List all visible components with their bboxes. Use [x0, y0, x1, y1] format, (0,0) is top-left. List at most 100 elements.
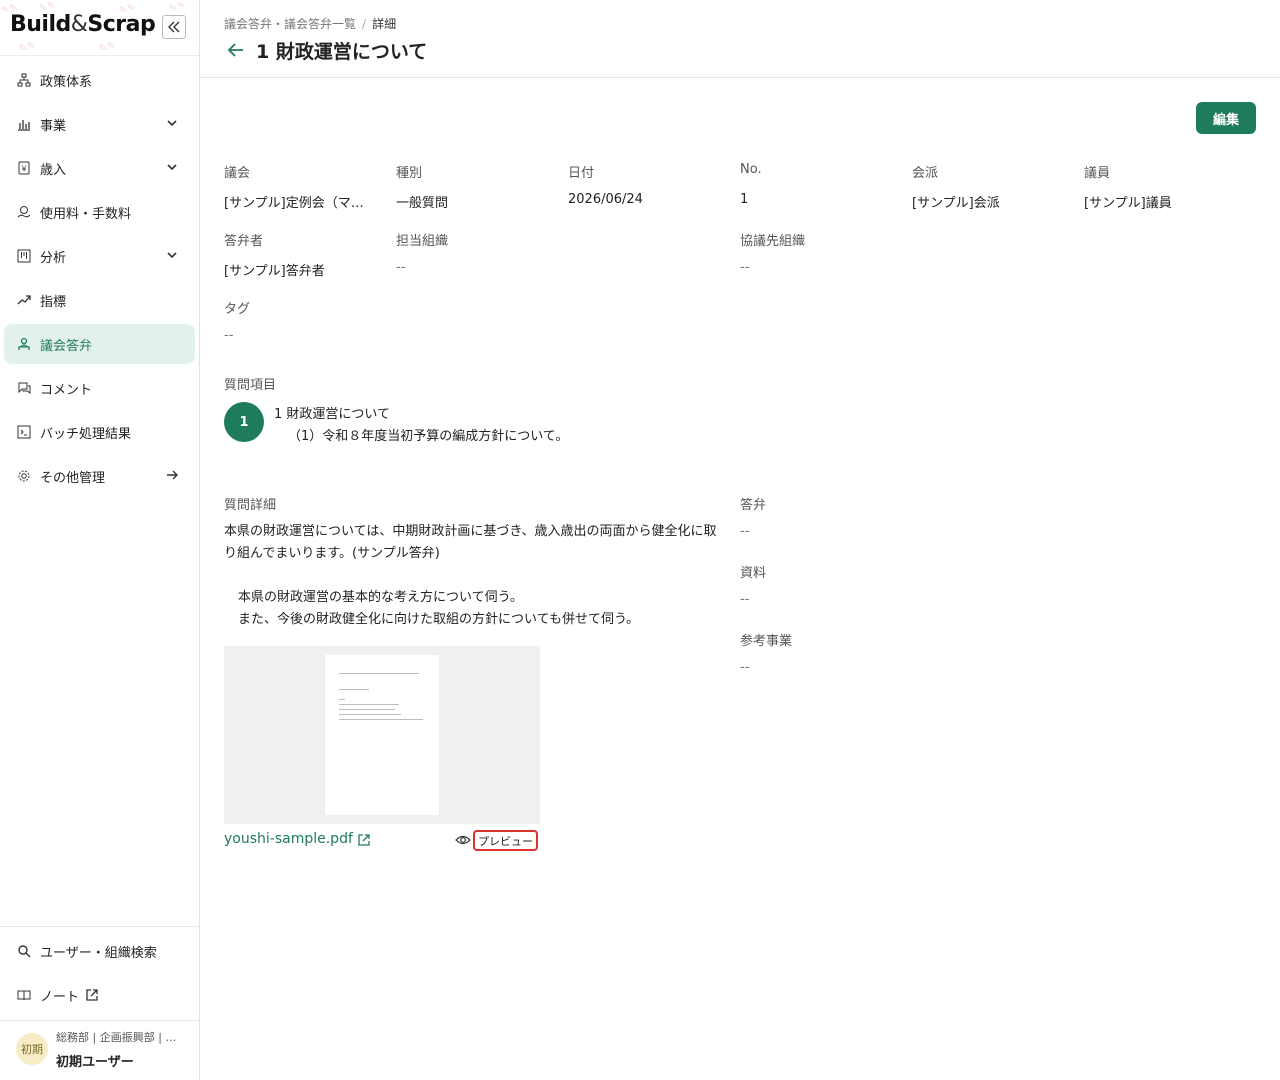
breadcrumb: 議会答弁・議会答弁一覧 / 詳細 — [224, 15, 396, 32]
eye-icon[interactable] — [455, 833, 471, 847]
svg-text:¥: ¥ — [21, 165, 26, 174]
no-value: 1 — [740, 192, 749, 207]
svg-text:✎✎: ✎✎ — [98, 40, 117, 55]
pdf-text-line — [339, 673, 419, 674]
sidebar-item-policy[interactable]: 政策体系 — [4, 60, 195, 100]
tag-label: タグ — [224, 302, 251, 317]
ref-project-label: 参考事業 — [740, 634, 793, 649]
edit-button[interactable]: 編集 — [1196, 102, 1256, 134]
search-icon — [16, 943, 32, 959]
council-label: 議会 — [224, 166, 251, 181]
sidebar-item-label: コメント — [40, 382, 93, 398]
question-detail-body: 本県の財政運営の基本的な考え方について伺う。 また、今後の財政健全化に向けた取組… — [238, 587, 718, 631]
member-value: [サンプル]議員 — [1084, 196, 1172, 211]
org-chart-icon — [16, 72, 32, 88]
breadcrumb-parent-link[interactable]: 議会答弁・議会答弁一覧 — [224, 17, 356, 31]
pdf-file-link[interactable]: youshi-sample.pdf — [224, 831, 353, 847]
logo-right: Scrap — [87, 12, 156, 37]
sidebar-item-projects[interactable]: 事業 — [4, 104, 195, 144]
question-detail-label: 質問詳細 — [224, 498, 277, 513]
collapse-sidebar-button[interactable] — [162, 15, 186, 39]
type-value: 一般質問 — [396, 196, 449, 211]
avatar[interactable]: 初期 — [16, 1033, 48, 1065]
svg-text:✎✎: ✎✎ — [168, 0, 187, 15]
sidebar-item-council-answers[interactable]: 議会答弁 — [4, 324, 195, 364]
faction-value: [サンプル]会派 — [912, 196, 1000, 211]
pdf-text-line — [339, 689, 369, 690]
logo[interactable]: Build&Scrap — [10, 12, 156, 37]
date-value: 2026/06/24 — [568, 192, 643, 207]
pdf-page-preview — [325, 655, 439, 815]
question-number-badge: 1 — [224, 402, 264, 442]
coop-org-value: -- — [740, 260, 750, 275]
sidebar-item-user-search[interactable]: ユーザー・組織検索 — [4, 931, 195, 971]
logo-left: Build — [10, 12, 71, 37]
pdf-text-line — [339, 709, 395, 710]
external-link-icon[interactable] — [357, 833, 371, 847]
chevron-down-icon — [167, 120, 177, 127]
arrow-right-icon — [167, 470, 178, 480]
coin-hand-icon — [16, 204, 32, 220]
back-arrow-icon[interactable] — [226, 40, 246, 60]
kanban-icon — [16, 248, 32, 264]
gear-icon — [16, 468, 32, 484]
coop-org-label: 協議先組織 — [740, 234, 806, 249]
sidebar-item-label: バッチ処理結果 — [40, 426, 132, 442]
org-value: -- — [396, 260, 406, 275]
council-value: [サンプル]定例会（マ… — [224, 196, 364, 211]
sidebar-item-label: 使用料・手数料 — [40, 206, 132, 222]
answerer-value: [サンプル]答弁者 — [224, 264, 325, 279]
ref-project-value: -- — [740, 660, 750, 675]
sidebar-item-fees[interactable]: 使用料・手数料 — [4, 192, 195, 232]
faction-label: 会派 — [912, 166, 939, 181]
sidebar-item-label: ユーザー・組織検索 — [40, 945, 157, 961]
pdf-text-line — [339, 699, 345, 700]
question-items-label: 質問項目 — [224, 378, 277, 393]
sidebar: ✎✎ ✎✎ ✎✎ ✎✎ ✎✎ ✎✎ Build&Scrap 政策体系 事業 ¥ … — [0, 0, 200, 1080]
logo-area: ✎✎ ✎✎ ✎✎ ✎✎ ✎✎ ✎✎ Build&Scrap — [0, 0, 199, 56]
sidebar-user-divider — [0, 1020, 199, 1021]
breadcrumb-current: 詳細 — [372, 17, 397, 31]
sidebar-item-batch-results[interactable]: バッチ処理結果 — [4, 412, 195, 452]
date-label: 日付 — [568, 166, 595, 181]
type-label: 種別 — [396, 166, 423, 181]
question-detail-line2: 本県の財政運営の基本的な考え方について伺う。 — [238, 590, 523, 605]
sidebar-divider — [0, 926, 199, 927]
chevron-down-icon — [167, 252, 177, 259]
app-root: ✎✎ ✎✎ ✎✎ ✎✎ ✎✎ ✎✎ Build&Scrap 政策体系 事業 ¥ … — [0, 0, 1280, 1080]
receipt-icon: ¥ — [16, 160, 32, 176]
question-item-line1: 1 財政運営について — [274, 407, 391, 422]
sidebar-item-comments[interactable]: コメント — [4, 368, 195, 408]
chat-bubbles-icon — [16, 380, 32, 396]
sidebar-item-label: その他管理 — [40, 470, 106, 486]
preview-button[interactable]: プレビュー — [473, 830, 538, 851]
sidebar-item-indicators[interactable]: 指標 — [4, 280, 195, 320]
sidebar-item-label: 政策体系 — [40, 74, 93, 90]
breadcrumb-separator: / — [362, 17, 367, 31]
header-divider — [200, 77, 1280, 78]
podium-speaker-icon — [16, 336, 32, 352]
sidebar-item-analysis[interactable]: 分析 — [4, 236, 195, 276]
no-label: No. — [740, 162, 762, 177]
sidebar-item-notes[interactable]: ノート — [4, 975, 195, 1015]
chevron-down-icon — [167, 164, 177, 171]
svg-text:✎✎: ✎✎ — [18, 40, 37, 55]
answer-label: 答弁 — [740, 498, 767, 513]
pdf-thumbnail[interactable] — [224, 646, 540, 824]
sidebar-item-label: 歳入 — [40, 162, 67, 178]
sidebar-item-revenue[interactable]: ¥ 歳入 — [4, 148, 195, 188]
tag-value: -- — [224, 328, 234, 343]
terminal-icon — [16, 424, 32, 440]
pdf-text-line — [339, 704, 399, 705]
logo-amp: & — [70, 12, 88, 37]
sidebar-item-other-admin[interactable]: その他管理 — [4, 456, 195, 496]
org-label: 担当組織 — [396, 234, 449, 249]
pdf-text-line — [339, 719, 423, 720]
member-label: 議員 — [1084, 166, 1111, 181]
material-label: 資料 — [740, 566, 767, 581]
book-open-icon — [16, 987, 32, 1003]
sidebar-item-label: ノート — [40, 989, 80, 1005]
sidebar-item-label: 分析 — [40, 250, 67, 266]
external-link-icon — [86, 989, 98, 1001]
answerer-label: 答弁者 — [224, 234, 264, 249]
